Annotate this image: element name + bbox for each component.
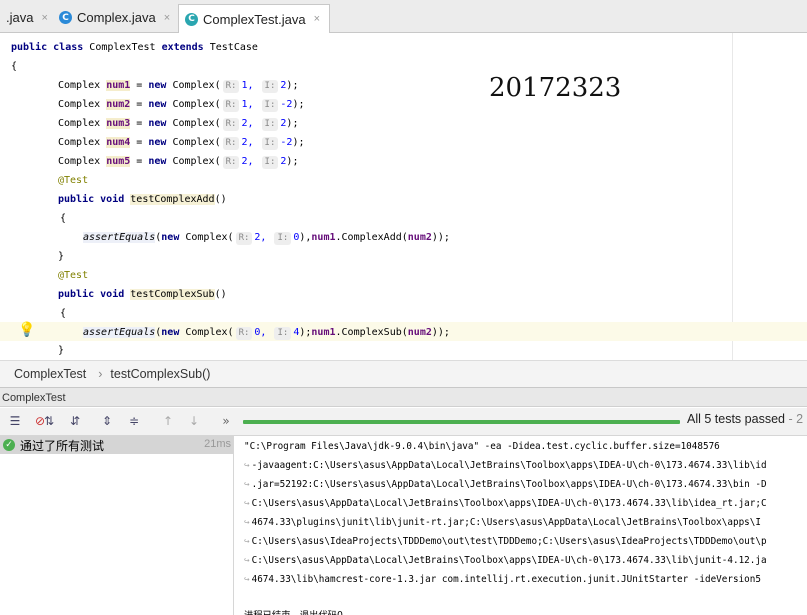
previous-test-icon[interactable]: ↑ [159,412,177,430]
right-margin-guide [732,33,733,360]
java-test-class-icon: C [185,12,198,26]
test-root-node[interactable]: ✓ 通过了所有测试 21ms [0,436,233,454]
code-editor[interactable]: 💡 20172323 public class ComplexTest exte… [0,33,807,360]
param-hint: R: [222,137,240,150]
code-line-field: Complex num4 = new Complex(R: 2, I: -2); [58,137,305,150]
tab-complex-java[interactable]: C Complex.java × [53,4,177,31]
student-id-watermark: 20172323 [489,73,622,103]
close-icon[interactable]: × [314,13,320,25]
param-hint: I: [274,327,292,340]
code-line-brace: } [58,345,65,356]
java-class-icon: C [59,11,72,24]
tree-node-label: 通过了所有测试 [20,438,105,453]
sort-duration-icon[interactable]: ⇵ [66,412,84,430]
param-hint: I: [261,99,279,112]
param-hint: I: [261,118,279,131]
next-test-icon[interactable]: ↓ [185,412,203,430]
code-line-brace: { [60,308,67,319]
console-output[interactable]: "C:\Program Files\Java\jdk-9.0.4\bin\jav… [234,436,807,615]
code-line-brace: { [11,61,18,72]
param-hint: R: [222,118,240,131]
code-line-field: Complex num3 = new Complex(R: 2, I: 2); [58,118,299,131]
console-line: ↪ -javaagent:C:\Users\asus\AppData\Local\… [244,460,767,471]
code-line-assert: assertEquals(new Complex(R: 0, I: 4);num1.… [83,327,450,340]
soft-wrap-icon: ↪ [244,536,250,547]
breadcrumb-class[interactable]: ComplexTest [14,367,86,381]
tab-complextest-java[interactable]: C ComplexTest.java × [178,4,330,33]
console-exit-line: 进程已结束，退出代码0 [244,606,343,615]
param-hint: I: [261,137,279,150]
console-line: ↪ .jar=52192:C:\Users\asus\AppData\Local\… [244,479,767,490]
soft-wrap-icon: ↪ [244,517,250,528]
param-hint: R: [235,232,253,245]
console-line: ↪ C:\Users\asus\AppData\Local\JetBrains\T… [244,498,767,509]
test-results-tree: ✓ 通过了所有测试 21ms [0,436,234,615]
breadcrumb-separator: › [98,367,103,381]
soft-wrap-icon: ↪ [244,498,250,509]
param-hint: I: [261,156,279,169]
code-line-annotation: @Test [58,270,89,281]
test-status-summary: All 5 tests passed - 2 [687,412,804,426]
console-line: ↪ C:\Users\asus\IdeaProjects\TDDDemo\out\… [244,536,767,547]
soft-wrap-icon: ↪ [244,479,250,490]
expand-all-icon[interactable]: ⇕ [98,412,116,430]
more-actions-icon[interactable]: » [217,412,235,430]
collapse-all-icon[interactable]: ≑ [125,412,143,430]
tab-label: ComplexTest.java [203,11,306,27]
soft-wrap-icon: ↪ [244,555,250,566]
code-line-brace: { [60,213,67,224]
code-line-annotation: @Test [58,175,89,186]
console-line: ↪ 4674.33\lib\hamcrest-core-1.3.jar com.i… [244,574,761,585]
code-line-class-decl: public class ComplexTest extends TestCas… [11,42,258,53]
code-line-field: Complex num5 = new Complex(R: 2, I: 2); [58,156,299,169]
tab-java-file[interactable]: .java × [0,4,52,31]
test-duration: 21ms [204,438,231,450]
soft-wrap-icon: ↪ [244,574,250,585]
test-progress-bar [243,420,680,424]
editor-tab-bar: .java × C Complex.java × C ComplexTest.j… [0,0,807,33]
code-line-field: Complex num2 = new Complex(R: 1, I: -2); [58,99,305,112]
close-icon[interactable]: × [41,12,47,24]
tab-label: .java [6,10,34,25]
sort-alpha-icon[interactable]: ⇅ [40,412,58,430]
close-icon[interactable]: × [164,12,170,24]
tab-label: Complex.java [77,10,156,25]
console-line: ↪ C:\Users\asus\AppData\Local\JetBrains\T… [244,555,767,566]
breadcrumb-method[interactable]: testComplexSub() [110,367,210,381]
code-line-method-decl: public void testComplexSub() [58,289,227,300]
param-hint: R: [222,80,240,93]
code-line-assert: assertEquals(new Complex(R: 2, I: 0),num1.… [83,232,450,245]
run-window-title[interactable]: ComplexTest [0,387,807,407]
param-hint: I: [261,80,279,93]
console-line: ↪ 4674.33\plugins\junit\lib\junit-rt.jar;… [244,517,761,528]
soft-wrap-icon: ↪ [244,460,250,471]
check-icon: ✓ [3,439,15,451]
console-line: "C:\Program Files\Java\jdk-9.0.4\bin\jav… [244,441,720,452]
param-hint: I: [274,232,292,245]
code-line-brace: } [58,251,65,262]
code-line-field: Complex num1 = new Complex(R: 1, I: 2); [58,80,299,93]
param-hint: R: [235,327,253,340]
breadcrumb: ComplexTest › testComplexSub() [0,360,807,387]
code-line-method-decl: public void testComplexAdd() [58,194,227,205]
show-passed-icon[interactable]: ☰ [6,412,24,430]
param-hint: R: [222,156,240,169]
lightbulb-icon[interactable]: 💡 [18,321,35,338]
param-hint: R: [222,99,240,112]
